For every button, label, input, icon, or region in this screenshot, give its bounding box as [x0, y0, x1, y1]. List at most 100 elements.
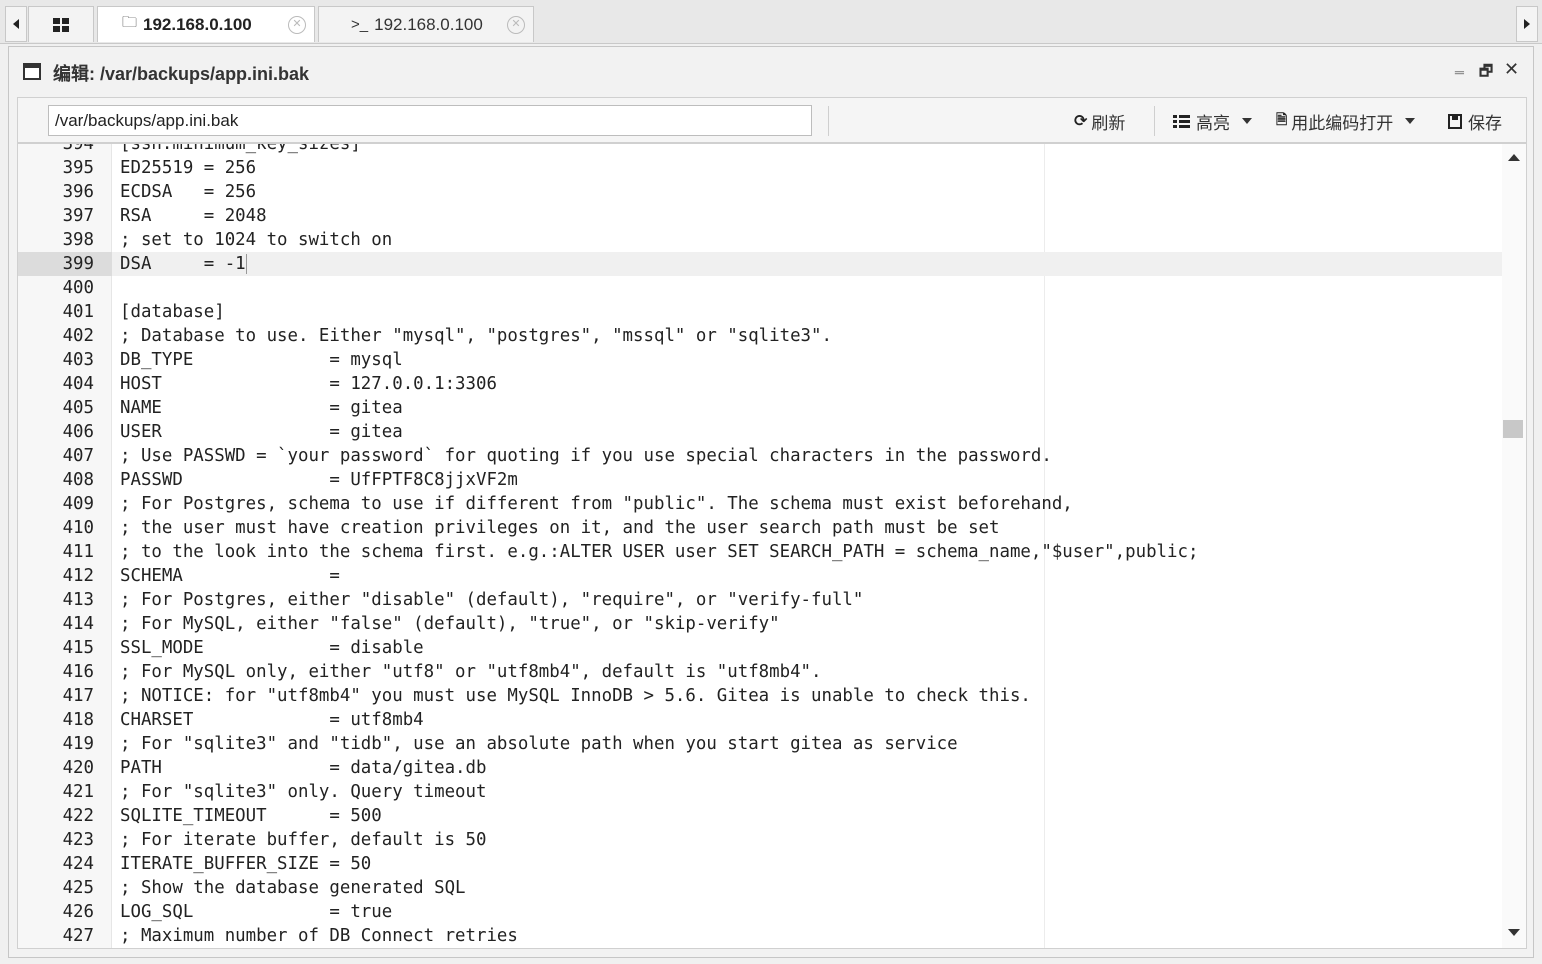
refresh-button[interactable]: ⟳ 刷新	[1074, 108, 1125, 134]
line-text[interactable]: PASSWD = UfFPTF8C8jjxVF2m	[120, 468, 518, 492]
code-line[interactable]: 407 ; Use PASSWD = `your password` for qu…	[18, 444, 1502, 468]
code-line[interactable]: 394 [ssh.minimum_key_sizes]	[18, 143, 1502, 156]
line-text[interactable]: SQLITE_TIMEOUT = 500	[120, 804, 382, 828]
vertical-scrollbar[interactable]	[1502, 144, 1526, 948]
code-line[interactable]: 414 ; For MySQL, either "false" (default)…	[18, 612, 1502, 636]
code-line[interactable]: 395 ED25519 = 256	[18, 156, 1502, 180]
code-line[interactable]: 426 LOG_SQL = true	[18, 900, 1502, 924]
editor-window: 编辑: /var/backups/app.ini.bak ‗ 🗗 ✕ ⟳ 刷新 …	[8, 46, 1534, 958]
highlight-label: 高亮	[1196, 113, 1230, 133]
code-line[interactable]: 408 PASSWD = UfFPTF8C8jjxVF2m	[18, 468, 1502, 492]
code-line[interactable]: 415 SSL_MODE = disable	[18, 636, 1502, 660]
line-text[interactable]: ; For "sqlite3" only. Query timeout	[120, 780, 486, 804]
text-cursor	[245, 254, 247, 274]
line-number: 394	[62, 143, 94, 154]
line-text[interactable]: ; the user must have creation privileges…	[120, 516, 999, 540]
line-text[interactable]: ; to the look into the schema first. e.g…	[120, 540, 1198, 564]
code-line[interactable]: 409 ; For Postgres, schema to use if diff…	[18, 492, 1502, 516]
line-text[interactable]: [database]	[120, 300, 225, 324]
code-line[interactable]: 420 PATH = data/gitea.db	[18, 756, 1502, 780]
code-line[interactable]: 396 ECDSA = 256	[18, 180, 1502, 204]
line-text[interactable]: ; For Postgres, either "disable" (defaul…	[120, 588, 863, 612]
line-text[interactable]: NAME = gitea	[120, 396, 403, 420]
line-number: 421	[62, 782, 94, 802]
caret-down-icon	[1242, 118, 1252, 124]
code-line[interactable]: 422 SQLITE_TIMEOUT = 500	[18, 804, 1502, 828]
code-line[interactable]: 399 DSA = -1	[18, 252, 1502, 276]
code-line[interactable]: 403 DB_TYPE = mysql	[18, 348, 1502, 372]
line-text[interactable]: USER = gitea	[120, 420, 403, 444]
line-text[interactable]: ; NOTICE: for "utf8mb4" you must use MyS…	[120, 684, 1031, 708]
line-text[interactable]: ; Database to use. Either "mysql", "post…	[120, 324, 832, 348]
line-text[interactable]: SCHEMA =	[120, 564, 340, 588]
line-text[interactable]: ECDSA = 256	[120, 180, 256, 204]
line-text[interactable]: RSA = 2048	[120, 204, 267, 228]
line-text[interactable]: ; Show the database generated SQL	[120, 876, 466, 900]
line-text[interactable]: DSA = -1	[120, 252, 247, 276]
line-text[interactable]: ; Use PASSWD = `your password` for quoti…	[120, 444, 1052, 468]
scrollbar-thumb[interactable]	[1503, 420, 1523, 438]
code-line[interactable]: 418 CHARSET = utf8mb4	[18, 708, 1502, 732]
code-line[interactable]: 425 ; Show the database generated SQL	[18, 876, 1502, 900]
app-grid-tab[interactable]	[28, 6, 94, 42]
tab-close-icon[interactable]: ✕	[507, 16, 525, 34]
line-text[interactable]: ITERATE_BUFFER_SIZE = 50	[120, 852, 371, 876]
line-text[interactable]: ; For MySQL only, either "utf8" or "utf8…	[120, 660, 822, 684]
line-text[interactable]: ; For Postgres, schema to use if differe…	[120, 492, 1073, 516]
line-text[interactable]: ; For iterate buffer, default is 50	[120, 828, 486, 852]
line-text[interactable]: LOG_SQL = true	[120, 900, 392, 924]
tab-terminal[interactable]: >_ 192.168.0.100 ✕	[318, 6, 534, 42]
code-line[interactable]: 406 USER = gitea	[18, 420, 1502, 444]
line-text[interactable]: HOST = 127.0.0.1:3306	[120, 372, 497, 396]
save-button[interactable]: 保存	[1448, 108, 1502, 134]
window-titlebar[interactable]: 编辑: /var/backups/app.ini.bak ‗ 🗗 ✕	[9, 47, 1533, 95]
line-text[interactable]: ; Maximum number of DB Connect retries	[120, 924, 518, 948]
tab-scroll-right-button[interactable]	[1516, 6, 1538, 42]
open-with-encoding-dropdown[interactable]: 🗎 用此编码打开	[1276, 108, 1416, 134]
tab-file-manager[interactable]: 🗀 192.168.0.100 ✕	[97, 6, 315, 42]
line-text[interactable]: ; For "sqlite3" and "tidb", use an absol…	[120, 732, 958, 756]
save-icon	[1448, 113, 1462, 129]
code-line[interactable]: 412 SCHEMA =	[18, 564, 1502, 588]
line-text[interactable]: PATH = data/gitea.db	[120, 756, 486, 780]
line-text[interactable]: [ssh.minimum_key_sizes]	[120, 144, 361, 156]
file-path-input[interactable]	[48, 105, 812, 136]
line-text[interactable]: CHARSET = utf8mb4	[120, 708, 424, 732]
code-line[interactable]: 404 HOST = 127.0.0.1:3306	[18, 372, 1502, 396]
code-line[interactable]: 405 NAME = gitea	[18, 396, 1502, 420]
code-line[interactable]: 419 ; For "sqlite3" and "tidb", use an ab…	[18, 732, 1502, 756]
code-line[interactable]: 423 ; For iterate buffer, default is 50	[18, 828, 1502, 852]
save-label: 保存	[1468, 113, 1502, 133]
code-line[interactable]: 421 ; For "sqlite3" only. Query timeout	[18, 780, 1502, 804]
code-editor[interactable]: 394 [ssh.minimum_key_sizes] 395 ED25519 = 2…	[17, 143, 1527, 949]
code-line[interactable]: 416 ; For MySQL only, either "utf8" or "u…	[18, 660, 1502, 684]
highlight-dropdown[interactable]: 高亮	[1173, 108, 1252, 134]
code-line[interactable]: 402 ; Database to use. Either "mysql", "p…	[18, 324, 1502, 348]
code-line[interactable]: 397 RSA = 2048	[18, 204, 1502, 228]
line-text[interactable]: ; For MySQL, either "false" (default), "…	[120, 612, 780, 636]
code-lines[interactable]: 394 [ssh.minimum_key_sizes] 395 ED25519 = 2…	[18, 143, 1502, 948]
scroll-down-icon[interactable]	[1508, 929, 1520, 936]
code-line[interactable]: 410 ; the user must have creation privile…	[18, 516, 1502, 540]
code-line[interactable]: 398 ; set to 1024 to switch on	[18, 228, 1502, 252]
tab-close-icon[interactable]: ✕	[288, 16, 306, 34]
line-text[interactable]: ED25519 = 256	[120, 156, 256, 180]
close-icon[interactable]: ✕	[1504, 59, 1519, 80]
code-line[interactable]: 400	[18, 276, 1502, 300]
code-line[interactable]: 401 [database]	[18, 300, 1502, 324]
line-text[interactable]: ; set to 1024 to switch on	[120, 228, 392, 252]
line-text[interactable]: DB_TYPE = mysql	[120, 348, 403, 372]
line-number: 398	[62, 230, 94, 250]
restore-icon[interactable]: 🗗	[1479, 61, 1493, 86]
line-number: 405	[62, 398, 94, 418]
scroll-up-icon[interactable]	[1508, 154, 1520, 161]
code-line[interactable]: 427 ; Maximum number of DB Connect retrie…	[18, 924, 1502, 948]
code-line[interactable]: 413 ; For Postgres, either "disable" (def…	[18, 588, 1502, 612]
code-line[interactable]: 411 ; to the look into the schema first. …	[18, 540, 1502, 564]
tab-scroll-left-button[interactable]	[5, 6, 27, 42]
minimize-icon[interactable]: ‗	[1455, 57, 1464, 75]
code-line[interactable]: 424 ITERATE_BUFFER_SIZE = 50	[18, 852, 1502, 876]
line-text[interactable]: SSL_MODE = disable	[120, 636, 424, 660]
toolbar-divider	[828, 106, 829, 136]
code-line[interactable]: 417 ; NOTICE: for "utf8mb4" you must use …	[18, 684, 1502, 708]
